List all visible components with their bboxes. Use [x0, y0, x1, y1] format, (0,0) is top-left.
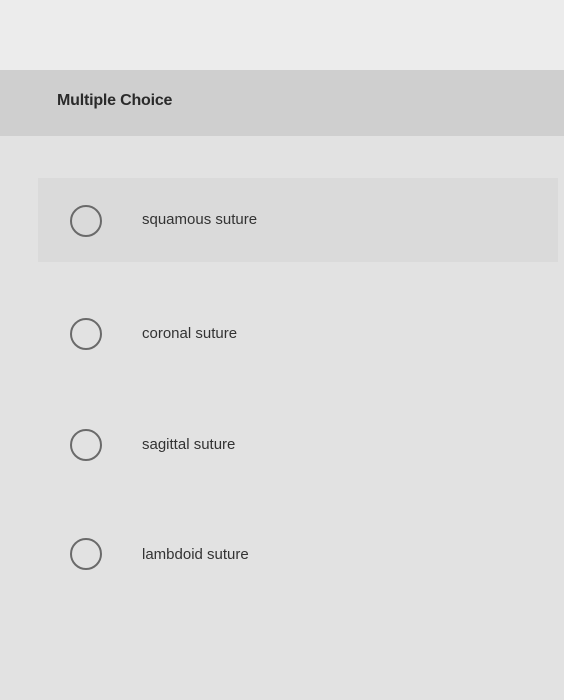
page-top-area: [0, 0, 564, 72]
radio-button-sagittal[interactable]: [70, 429, 102, 461]
question-type-title: Multiple Choice: [57, 92, 173, 109]
question-header: Multiple Choice: [0, 70, 564, 136]
answer-option-sagittal[interactable]: sagittal suture: [38, 404, 558, 488]
answer-option-squamous[interactable]: squamous suture: [38, 178, 558, 262]
radio-button-squamous[interactable]: [70, 205, 102, 237]
answer-label-coronal[interactable]: coronal suture: [142, 325, 237, 342]
question-card: Multiple Choice squamous suture coronal …: [0, 70, 564, 700]
radio-button-lambdoid[interactable]: [70, 538, 102, 570]
answer-option-coronal[interactable]: coronal suture: [38, 292, 558, 376]
answer-label-squamous[interactable]: squamous suture: [142, 211, 257, 228]
answer-label-sagittal[interactable]: sagittal suture: [142, 436, 235, 453]
answer-option-lambdoid[interactable]: lambdoid suture: [38, 514, 558, 598]
radio-button-coronal[interactable]: [70, 318, 102, 350]
answer-label-lambdoid[interactable]: lambdoid suture: [142, 546, 249, 563]
